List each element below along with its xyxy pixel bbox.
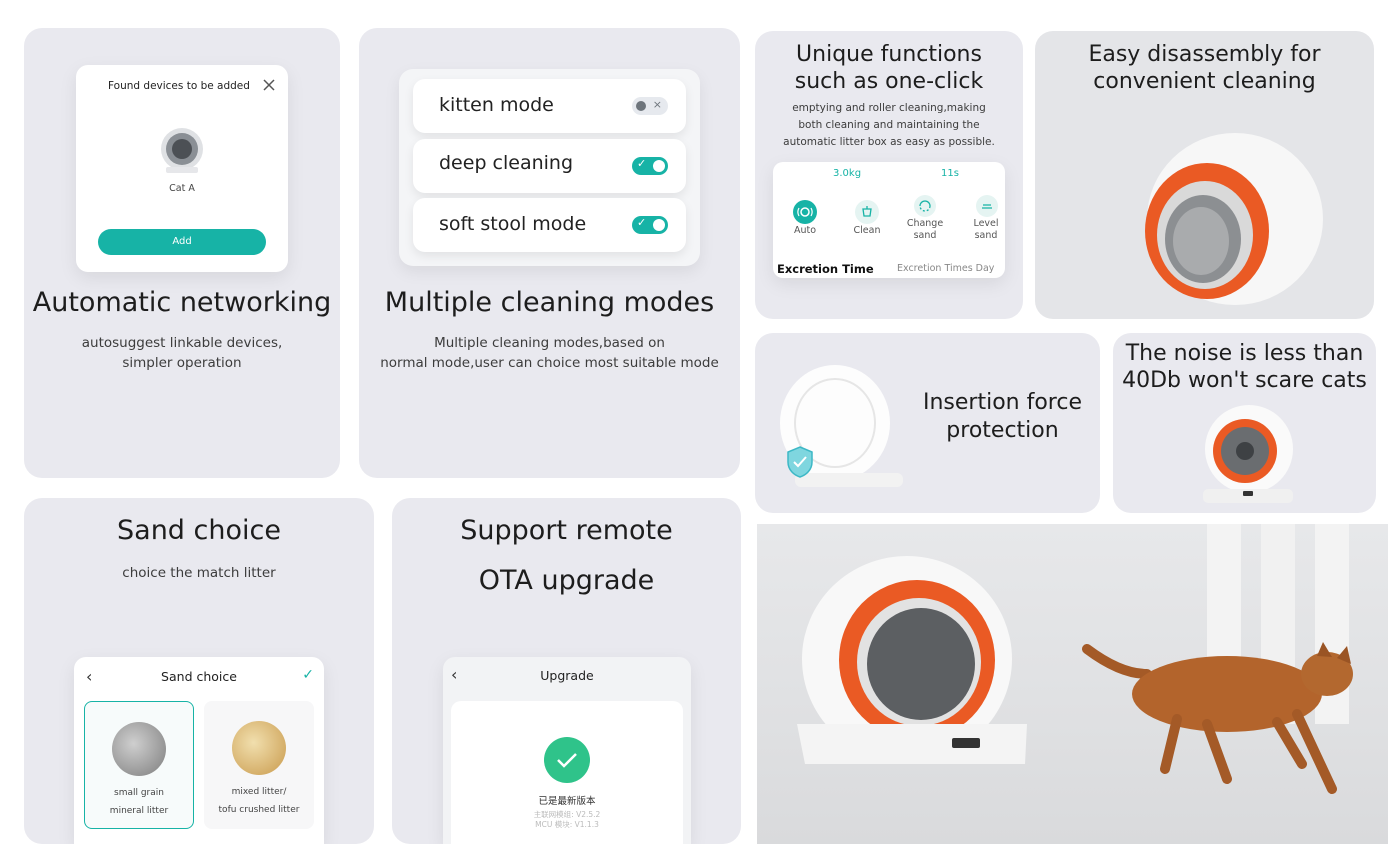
level-sand-icon [982, 204, 992, 209]
time-value: 11s [941, 168, 959, 179]
mode-label-kitten: kitten mode [439, 94, 554, 116]
auto-icon [797, 207, 813, 217]
noise-title-1: The noise is less than [1125, 341, 1364, 366]
device-thumbnail-icon[interactable] [158, 127, 206, 175]
unique-desc-3: automatic litter box as easy as possible… [783, 136, 995, 148]
auto-button[interactable] [793, 200, 817, 224]
mode-label-deep: deep cleaning [439, 152, 574, 174]
soft-stool-toggle[interactable]: ✓ [632, 216, 668, 234]
card-easy-disassembly: Easy disassembly for convenient cleaning [1035, 31, 1374, 319]
version-text-2: MCU 模块: V1.1.3 [535, 820, 599, 829]
card-ota-upgrade: Support remote OTA upgrade ‹ Upgrade 已是最… [392, 498, 741, 844]
card-automatic-networking: Found devices to be added Cat A Add Auto… [24, 28, 340, 478]
card-insertion-protection: Insertion force protection [755, 333, 1100, 513]
hero-product-photo [757, 524, 1388, 844]
mode-row-kitten[interactable]: kitten mode × [413, 79, 686, 133]
level-sand-button[interactable] [976, 195, 998, 217]
excretion-time-label[interactable]: Excretion Time [777, 262, 874, 276]
upgrade-status-text: 已是最新版本 [538, 796, 596, 807]
ota-title-1: Support remote [460, 515, 673, 546]
confirm-check-icon[interactable]: ✓ [302, 667, 314, 683]
card-sand-choice: Sand choice choice the match litter ‹ Sa… [24, 498, 374, 844]
kitten-mode-toggle[interactable]: × [632, 97, 668, 115]
excretion-times-day-label[interactable]: Excretion Times Day [897, 263, 994, 274]
modes-subtitle-1: Multiple cleaning modes,based on [434, 335, 665, 351]
sand-screen-title: Sand choice [161, 669, 237, 684]
sand-title: Sand choice [117, 515, 281, 546]
networking-title: Automatic networking [32, 287, 332, 318]
unique-desc-1: emptying and roller cleaning,making [792, 102, 986, 114]
change-sand-label-2: sand [913, 230, 937, 241]
sand-choice-screen: ‹ Sand choice ✓ small grain mineral litt… [74, 657, 324, 844]
option1-label-1: small grain [114, 788, 164, 798]
upgrade-screen-title: Upgrade [540, 668, 594, 683]
sand-option-tofu[interactable]: mixed litter/ tofu crushed litter [204, 701, 314, 829]
check-icon: ✓ [637, 157, 647, 170]
clean-label: Clean [853, 225, 881, 236]
insertion-title-1: Insertion force [922, 390, 1082, 415]
change-sand-label-1: Change [906, 218, 944, 229]
device-name: Cat A [169, 183, 195, 194]
noise-product-image [1197, 403, 1297, 507]
mode-row-soft-stool[interactable]: soft stool mode ✓ [413, 198, 686, 252]
mode-label-soft-stool: soft stool mode [439, 213, 587, 235]
deep-cleaning-toggle[interactable]: ✓ [632, 157, 668, 175]
insertion-title-2: protection [946, 418, 1059, 443]
close-icon[interactable] [262, 77, 276, 91]
upgrade-status-panel: 已是最新版本 主联网模组: V2.5.2 MCU 模块: V1.1.3 [451, 701, 683, 844]
change-sand-button[interactable] [914, 195, 936, 217]
option1-label-2: mineral litter [109, 806, 169, 816]
upgrade-screen: ‹ Upgrade 已是最新版本 主联网模组: V2.5.2 MCU 模块: V… [443, 657, 691, 844]
weight-value: 3.0kg [833, 168, 862, 179]
cat-illustration [1082, 642, 1353, 794]
insertion-product-image [775, 361, 905, 501]
disassembly-product-image [1125, 131, 1325, 311]
modes-subtitle-2: normal mode,user can choice most suitabl… [380, 355, 719, 371]
dialog-title: Found devices to be added [108, 80, 250, 92]
disassembly-title-2: convenient cleaning [1093, 69, 1316, 94]
unique-title-2: such as one-click [794, 69, 984, 94]
option2-label-1: mixed litter/ [231, 787, 287, 797]
ota-title-2: OTA upgrade [478, 565, 655, 596]
sand-option-mineral[interactable]: small grain mineral litter [84, 701, 194, 829]
networking-subtitle-1: autosuggest linkable devices, [81, 335, 283, 351]
networking-subtitle-2: simpler operation [122, 355, 242, 371]
clean-icon [862, 206, 872, 217]
card-noise: The noise is less than 40Db won't scare … [1113, 333, 1376, 513]
card-cleaning-modes: kitten mode × deep cleaning ✓ soft stool… [359, 28, 740, 478]
disassembly-title-1: Easy disassembly for [1088, 42, 1321, 67]
card-unique-functions: Unique functions such as one-click empty… [755, 31, 1023, 319]
modes-panel: kitten mode × deep cleaning ✓ soft stool… [399, 69, 700, 266]
close-icon: × [652, 98, 662, 111]
mode-row-deep[interactable]: deep cleaning ✓ [413, 139, 686, 193]
success-check-icon [544, 737, 590, 783]
unique-title-1: Unique functions [796, 42, 982, 67]
found-devices-dialog: Found devices to be added Cat A Add [76, 65, 288, 272]
option2-label-2: tofu crushed litter [218, 805, 300, 815]
control-panel: 3.0kg 11s Auto Clean Change sand Level s… [773, 162, 1005, 278]
level-sand-label-2: sand [974, 230, 998, 241]
clean-button[interactable] [855, 200, 879, 224]
level-sand-label-1: Level [973, 218, 999, 229]
add-button-label: Add [172, 236, 192, 247]
mineral-litter-icon [112, 722, 166, 776]
tofu-litter-icon [232, 721, 286, 775]
unique-desc-2: both cleaning and maintaining the [798, 119, 980, 131]
shield-icon [785, 445, 815, 479]
change-sand-icon [919, 200, 931, 212]
sand-subtitle: choice the match litter [122, 565, 276, 581]
check-icon: ✓ [637, 216, 647, 229]
add-button[interactable]: Add [98, 229, 266, 255]
noise-title-2: 40Db won't scare cats [1122, 368, 1367, 393]
auto-label: Auto [793, 225, 817, 236]
modes-title: Multiple cleaning modes [384, 287, 715, 318]
